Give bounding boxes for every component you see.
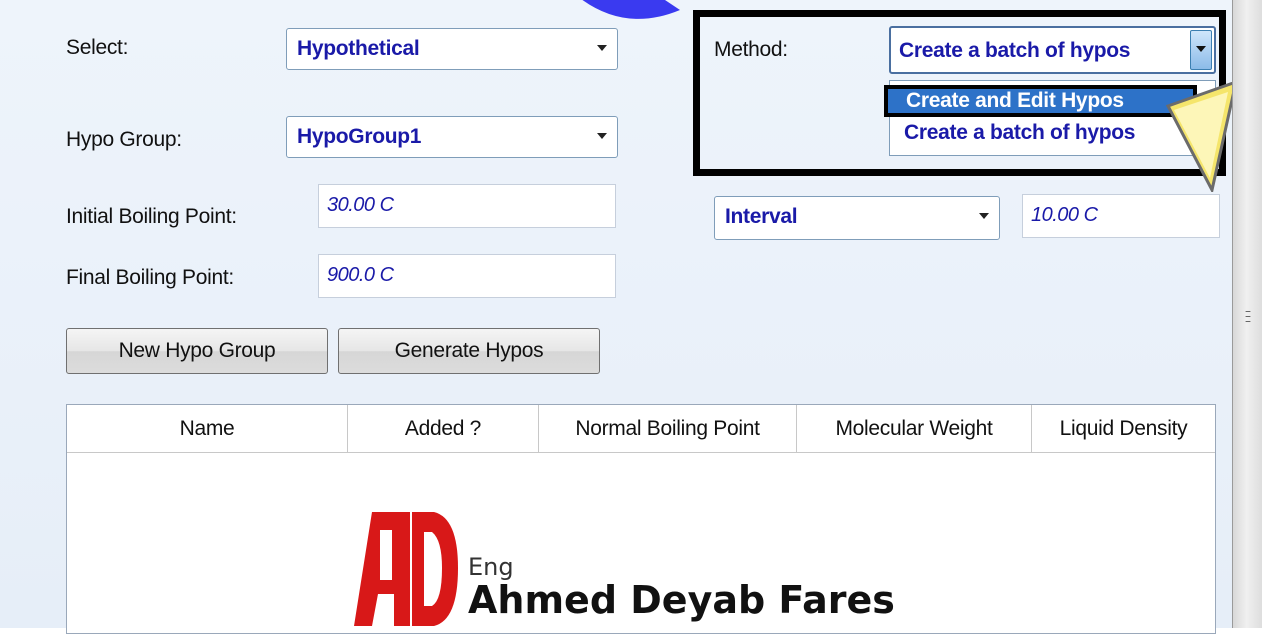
chevron-down-icon[interactable] [979, 213, 989, 219]
interval-amount-field[interactable]: 10.00 C [1022, 194, 1220, 238]
final-boiling-point-label: Final Boiling Point: [66, 266, 234, 289]
column-header-molecular-weight[interactable]: Molecular Weight [797, 405, 1032, 453]
dropdown-button[interactable] [1190, 30, 1212, 70]
hypo-group-value: HypoGroup1 [297, 125, 422, 148]
logo-eng-text: Eng [468, 553, 514, 581]
column-header-added[interactable]: Added ? [348, 405, 539, 453]
method-combobox[interactable]: Create a batch of hypos [889, 26, 1216, 74]
final-boiling-point-value: 900.0 C [327, 264, 394, 286]
initial-boiling-point-field[interactable]: 30.00 C [318, 184, 616, 228]
select-value: Hypothetical [297, 37, 420, 60]
pointer-arrow-icon [1165, 82, 1238, 192]
initial-boiling-point-label: Initial Boiling Point: [66, 205, 237, 228]
generate-hypos-button[interactable]: Generate Hypos [338, 328, 600, 374]
new-hypo-group-button[interactable]: New Hypo Group [66, 328, 328, 374]
logo-name-text: Ahmed Deyab Fares [468, 578, 895, 622]
method-value: Create a batch of hypos [899, 39, 1131, 62]
method-label: Method: [714, 38, 788, 61]
hypo-manager-panel: Select: Hypothetical Hypo Group: HypoGro… [0, 0, 1238, 634]
interval-combobox[interactable]: Interval [714, 196, 1000, 240]
column-header-name[interactable]: Name [67, 405, 348, 453]
logo-mark [354, 512, 458, 626]
interval-value: Interval [725, 205, 798, 228]
column-header-normal-boiling-point[interactable]: Normal Boiling Point [539, 405, 797, 453]
interval-amount-value: 10.00 C [1031, 204, 1098, 226]
column-header-liquid-density[interactable]: Liquid Density [1032, 405, 1215, 453]
scroll-grip-icon[interactable]: – – – [1243, 305, 1253, 327]
final-boiling-point-field[interactable]: 900.0 C [318, 254, 616, 298]
initial-boiling-point-value: 30.00 C [327, 194, 394, 216]
chevron-down-icon [1196, 46, 1206, 52]
select-label: Select: [66, 36, 129, 59]
chevron-down-icon[interactable] [597, 133, 607, 139]
vertical-scrollbar[interactable]: – – – [1232, 0, 1262, 628]
chevron-down-icon[interactable] [597, 45, 607, 51]
hypo-group-label: Hypo Group: [66, 128, 182, 151]
hypo-group-combobox[interactable]: HypoGroup1 [286, 116, 618, 158]
select-combobox[interactable]: Hypothetical [286, 28, 618, 70]
